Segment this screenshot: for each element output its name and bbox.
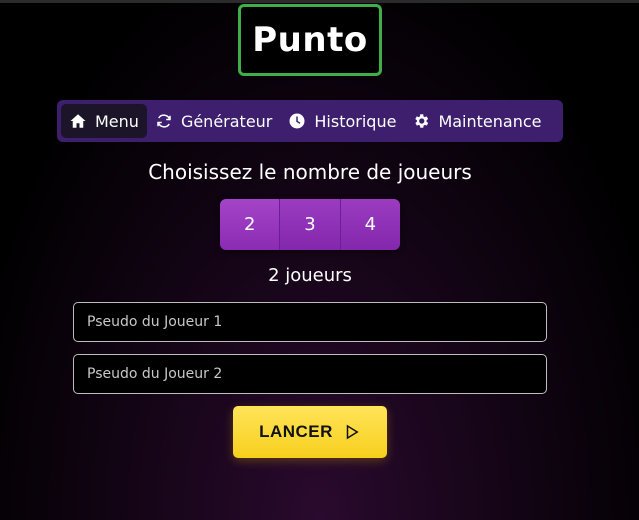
clock-icon <box>289 113 305 129</box>
player1-name-input[interactable] <box>73 302 547 342</box>
nav-item-historique[interactable]: Historique <box>280 104 404 138</box>
player-count-4-button[interactable]: 4 <box>340 199 400 250</box>
home-icon <box>70 114 86 128</box>
player-count-3-button[interactable]: 3 <box>280 199 341 250</box>
nav-item-label: Générateur <box>180 111 273 131</box>
launch-label: LANCER <box>259 422 333 441</box>
player-count-2-button[interactable]: 2 <box>220 199 281 250</box>
main-nav: Menu Générateur Historique Maintenance <box>57 100 563 142</box>
nav-item-maintenance[interactable]: Maintenance <box>404 104 549 138</box>
player2-name-input[interactable] <box>73 354 547 394</box>
nav-item-label: Maintenance <box>438 111 542 131</box>
app-title: Punto <box>252 20 368 60</box>
player-count-selector: 2 3 4 <box>220 199 400 250</box>
nav-item-label: Historique <box>314 111 397 131</box>
launch-button[interactable]: LANCER <box>233 406 387 458</box>
play-icon <box>346 424 359 440</box>
player-count-label: 2 joueurs <box>268 265 352 286</box>
nav-item-generateur[interactable]: Générateur <box>147 104 280 138</box>
refresh-icon <box>157 114 171 128</box>
player-count-heading: Choisissez le nombre de joueurs <box>148 160 472 184</box>
gear-icon <box>415 114 429 128</box>
nav-item-menu[interactable]: Menu <box>61 104 147 138</box>
nav-item-label: Menu <box>95 111 139 131</box>
top-border <box>0 0 639 3</box>
logo: Punto <box>238 4 382 76</box>
